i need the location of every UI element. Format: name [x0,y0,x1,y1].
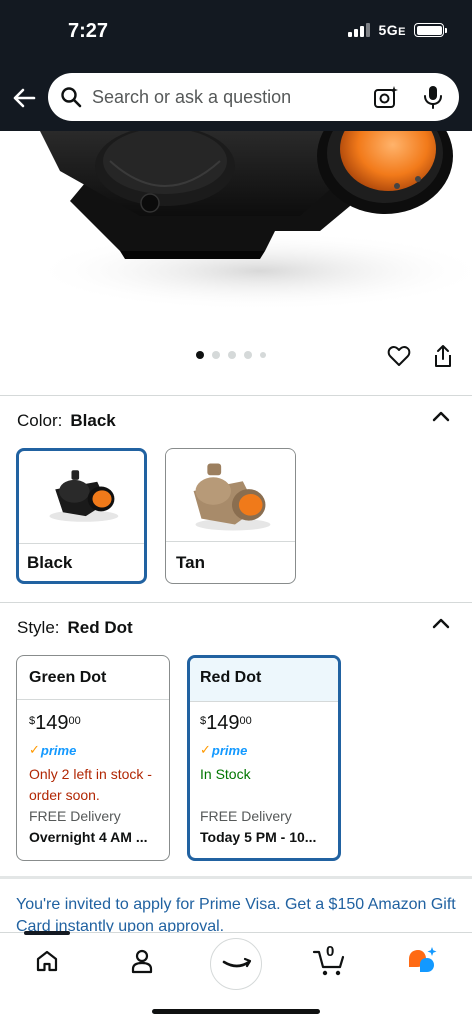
product-image[interactable] [0,131,472,339]
section-divider [0,876,472,879]
active-tab-indicator [24,931,70,935]
heart-icon[interactable] [387,344,411,368]
prime-badge: ✓ prime [200,742,248,758]
share-icon[interactable] [432,344,454,368]
home-indicator [152,1009,320,1014]
swatch-label: Tan [176,553,205,572]
style-selected-value: Red Dot [67,618,133,637]
chevron-up-icon[interactable] [432,410,450,422]
search-input[interactable] [92,86,362,108]
app-header: 7:27 5GE [0,0,472,131]
camera-lens-icon[interactable] [373,85,399,109]
availability-text: In Stock [200,766,251,782]
color-swatch-black[interactable]: Black [16,448,147,584]
pagination-dot[interactable] [260,352,266,358]
microphone-icon[interactable] [421,84,445,110]
pagination-dot[interactable] [212,351,220,359]
availability-text: Only 2 left in stock - order soon. [29,766,152,803]
status-indicators: 5GE [348,22,447,38]
price: $149 00 [200,712,252,734]
search-icon [61,87,82,108]
rufus-icon[interactable] [407,946,439,976]
battery-icon [414,23,447,37]
style-option-red-dot[interactable]: Red Dot $149 00 ✓ prime In Stock FREE Deli… [187,655,341,861]
pagination-dot[interactable] [228,351,236,359]
delivery-label: FREE Delivery [200,808,292,824]
cart-count: 0 [326,943,335,960]
amazon-logo-icon [222,957,252,968]
image-pagination[interactable] [196,351,266,359]
delivery-time: Overnight 4 AM ... [29,829,148,845]
prime-visa-promo-link[interactable]: You're invited to apply for Prime Visa. … [16,894,456,932]
account-icon[interactable] [130,948,154,974]
color-section-label: Color: Black [17,411,116,430]
delivery-label: FREE Delivery [29,808,121,824]
amazon-logo-button[interactable] [210,938,262,990]
chevron-up-icon[interactable] [432,617,450,629]
price: $149 00 [29,712,81,734]
status-time: 7:27 [68,20,109,42]
prime-check-icon: ✓ [29,742,40,757]
color-swatch-tan[interactable]: Tan [165,448,296,584]
swatch-label: Black [27,553,73,572]
home-icon[interactable] [35,949,59,973]
style-option-title: Green Dot [29,669,107,686]
swatch-image-tan [166,449,295,541]
style-option-title: Red Dot [200,669,262,686]
divider [0,395,472,396]
color-selected-value: Black [70,411,116,430]
network-type: 5GE [378,22,406,38]
pagination-dot[interactable] [244,351,252,359]
prime-badge: ✓ prime [29,742,77,758]
divider [0,602,472,603]
prime-check-icon: ✓ [200,742,211,757]
back-arrow-icon[interactable] [10,84,38,112]
cart-button[interactable]: 0 [312,943,348,977]
style-section-label: Style: Red Dot [17,618,133,637]
pagination-dot[interactable] [196,351,204,359]
swatch-image-black [19,453,144,541]
style-option-green-dot[interactable]: Green Dot $149 00 ✓ prime Only 2 left in s… [16,655,170,861]
delivery-time: Today 5 PM - 10... [200,829,317,845]
cellular-signal-icon [348,23,371,37]
search-bar[interactable] [48,73,459,121]
